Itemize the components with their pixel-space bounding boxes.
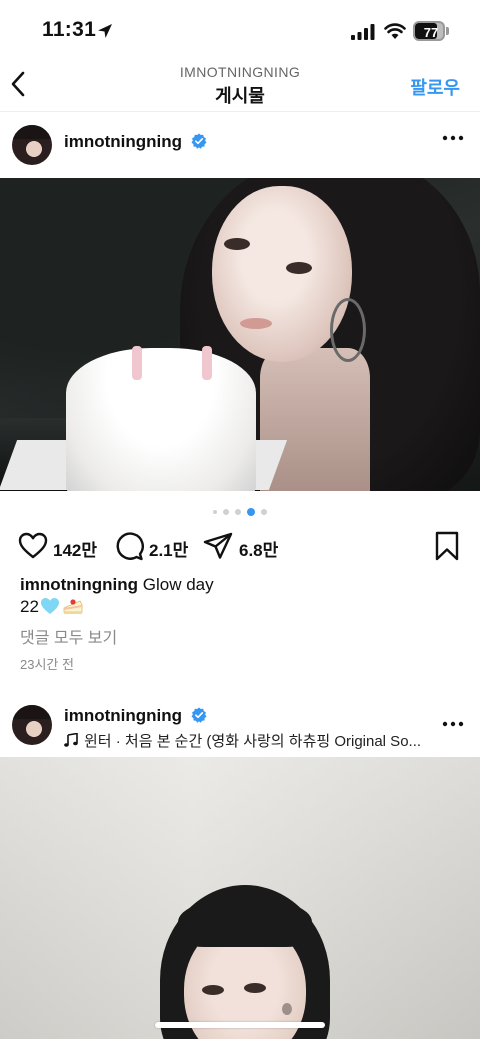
post-header: imnotningning bbox=[0, 112, 480, 178]
carousel-indicator bbox=[0, 506, 480, 516]
caption-line-2: 22 bbox=[20, 596, 84, 618]
light-blue-heart-emoji bbox=[40, 598, 59, 614]
music-track[interactable]: 윈터 · 처음 본 순간 (영화 사랑의 하츄핑 Original So... bbox=[64, 730, 424, 751]
caption-username[interactable]: imnotningning bbox=[20, 575, 138, 594]
post-username[interactable]: imnotningning bbox=[64, 132, 207, 152]
share-icon[interactable] bbox=[203, 531, 233, 561]
home-indicator[interactable] bbox=[155, 1022, 325, 1028]
share-count[interactable]: 6.8만 bbox=[239, 536, 278, 561]
carousel-dot bbox=[235, 509, 241, 515]
more-dots-icon[interactable] bbox=[442, 134, 464, 142]
carousel-dot bbox=[223, 509, 229, 515]
location-arrow-icon bbox=[98, 24, 112, 38]
view-all-comments-link[interactable]: 댓글 모두 보기 bbox=[20, 624, 117, 648]
post-timestamp: 23시간 전 bbox=[20, 657, 74, 672]
avatar[interactable] bbox=[12, 125, 52, 165]
follow-button[interactable]: 팔로우 bbox=[410, 74, 460, 100]
music-note-icon bbox=[64, 733, 78, 747]
post-header: imnotningning 윈터 · 처음 본 순간 (영화 사랑의 하츄핑 O… bbox=[0, 692, 480, 758]
bookmark-icon[interactable] bbox=[434, 531, 460, 561]
post-photo[interactable] bbox=[0, 757, 480, 1039]
page-title: 게시물 bbox=[215, 86, 265, 106]
caption-text: Glow day bbox=[142, 575, 214, 594]
shortcake-emoji bbox=[63, 599, 83, 614]
avatar[interactable] bbox=[12, 705, 52, 745]
heart-icon[interactable] bbox=[18, 531, 48, 561]
status-bar: 11:31 77 bbox=[0, 0, 480, 60]
like-count[interactable]: 142만 bbox=[53, 536, 97, 561]
nav-subtitle: IMNOTNINGNING bbox=[179, 64, 301, 80]
post-photo[interactable] bbox=[0, 178, 480, 491]
carousel-dot-active bbox=[247, 508, 255, 516]
username-text[interactable]: imnotningning bbox=[64, 132, 182, 151]
more-dots-icon[interactable] bbox=[442, 720, 464, 728]
post-caption: imnotningning Glow day bbox=[20, 574, 460, 596]
username-text[interactable]: imnotningning bbox=[64, 706, 182, 725]
comment-count[interactable]: 2.1만 bbox=[149, 536, 188, 561]
verified-badge-icon bbox=[191, 707, 207, 723]
wifi-icon bbox=[384, 23, 406, 39]
music-track-title[interactable]: 윈터 · 처음 본 순간 (영화 사랑의 하츄핑 Original So... bbox=[84, 733, 421, 750]
carousel-dot bbox=[213, 510, 217, 514]
caption-number: 22 bbox=[20, 597, 39, 616]
battery-icon: 77 bbox=[413, 21, 449, 41]
nav-bar: IMNOTNINGNING 게시물 팔로우 bbox=[0, 60, 480, 112]
signal-icon bbox=[351, 24, 375, 40]
battery-percent: 77 bbox=[423, 25, 439, 40]
carousel-dot bbox=[261, 509, 267, 515]
comment-icon[interactable] bbox=[114, 531, 144, 561]
post-username[interactable]: imnotningning bbox=[64, 706, 207, 726]
verified-badge-icon bbox=[191, 133, 207, 149]
status-time: 11:31 bbox=[42, 18, 97, 41]
post-actions: 142만 2.1만 6.8만 bbox=[0, 526, 480, 566]
